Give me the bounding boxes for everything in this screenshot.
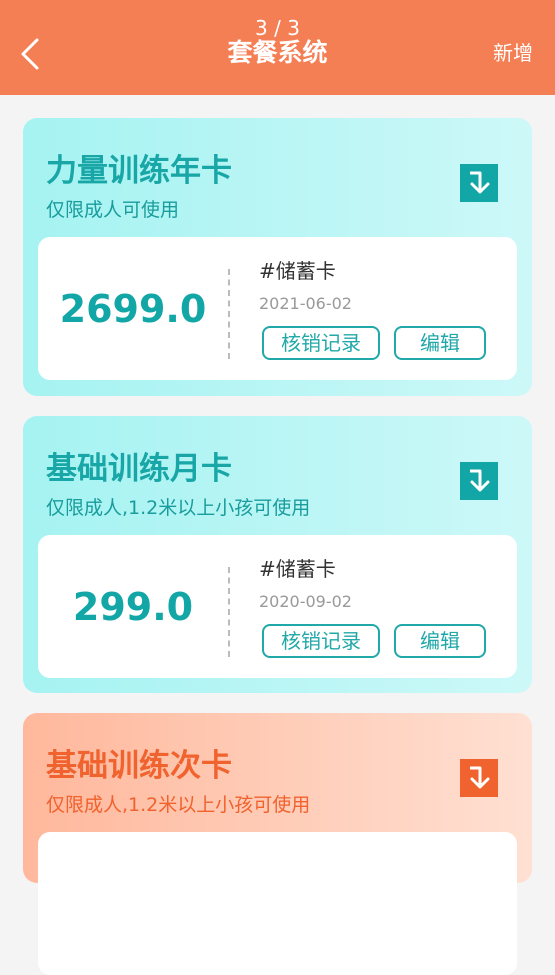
edit-button[interactable]: 编辑 [394, 326, 486, 360]
edit-button[interactable]: 编辑 [394, 624, 486, 658]
package-card[interactable]: 基础训练次卡 仅限成人,1.2米以上小孩可使用 [23, 713, 532, 975]
add-button[interactable]: 新增 [493, 38, 533, 68]
download-arrow-icon[interactable] [460, 164, 498, 202]
package-card[interactable]: 力量训练年卡 仅限成人可使用 2699.0 #储蓄卡 2021-06-02 核销… [23, 118, 532, 396]
package-date: 2021-06-02 [259, 294, 352, 313]
app-header: 3 / 3 套餐系统 新增 [0, 0, 555, 95]
page-title: 套餐系统 [227, 38, 328, 67]
package-type: #储蓄卡 [259, 557, 336, 581]
package-detail-panel: 299.0 #储蓄卡 2020-09-02 核销记录 编辑 [38, 535, 517, 678]
package-subtitle: 仅限成人,1.2米以上小孩可使用 [46, 497, 311, 519]
package-price: 2699.0 [59, 287, 207, 331]
redemption-record-button[interactable]: 核销记录 [262, 326, 380, 360]
package-title: 力量训练年卡 [46, 153, 232, 189]
page-indicator: 3 / 3 [255, 16, 300, 40]
divider [228, 269, 230, 359]
package-title: 基础训练月卡 [46, 451, 232, 487]
divider [228, 567, 230, 657]
package-subtitle: 仅限成人可使用 [46, 199, 180, 221]
package-card[interactable]: 基础训练月卡 仅限成人,1.2米以上小孩可使用 299.0 #储蓄卡 2020-… [23, 416, 532, 693]
package-price: 299.0 [72, 585, 194, 629]
package-date: 2020-09-02 [259, 592, 352, 611]
redemption-record-button[interactable]: 核销记录 [262, 624, 380, 658]
download-arrow-icon[interactable] [460, 462, 498, 500]
package-detail-panel: 2699.0 #储蓄卡 2021-06-02 核销记录 编辑 [38, 237, 517, 380]
package-subtitle: 仅限成人,1.2米以上小孩可使用 [46, 794, 311, 816]
package-title: 基础训练次卡 [46, 748, 232, 784]
package-detail-panel [38, 832, 517, 975]
package-type: #储蓄卡 [259, 259, 336, 283]
download-arrow-icon[interactable] [460, 759, 498, 797]
